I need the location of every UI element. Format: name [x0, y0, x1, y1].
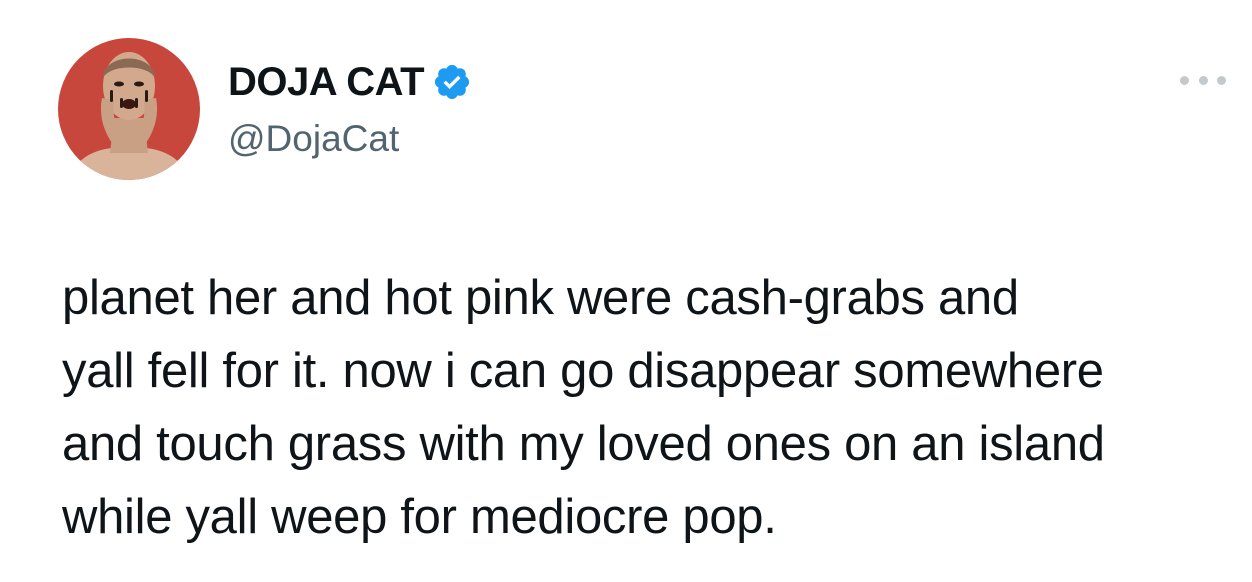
more-dot	[1180, 75, 1189, 85]
more-options-icon[interactable]	[1180, 68, 1226, 92]
verified-badge-icon	[432, 62, 472, 102]
tweet-text: planet her and hot pink were cash-grabs …	[62, 271, 1105, 544]
author-handle[interactable]: @DojaCat	[228, 116, 399, 162]
profile-avatar[interactable]	[58, 38, 200, 180]
tweet-card: DOJA CAT @DojaCat planet her and hot pin…	[0, 0, 1252, 582]
display-name[interactable]: DOJA CAT	[228, 58, 425, 106]
more-dot	[1217, 75, 1226, 85]
author-name-row: DOJA CAT	[228, 58, 472, 106]
more-dot	[1198, 75, 1208, 85]
